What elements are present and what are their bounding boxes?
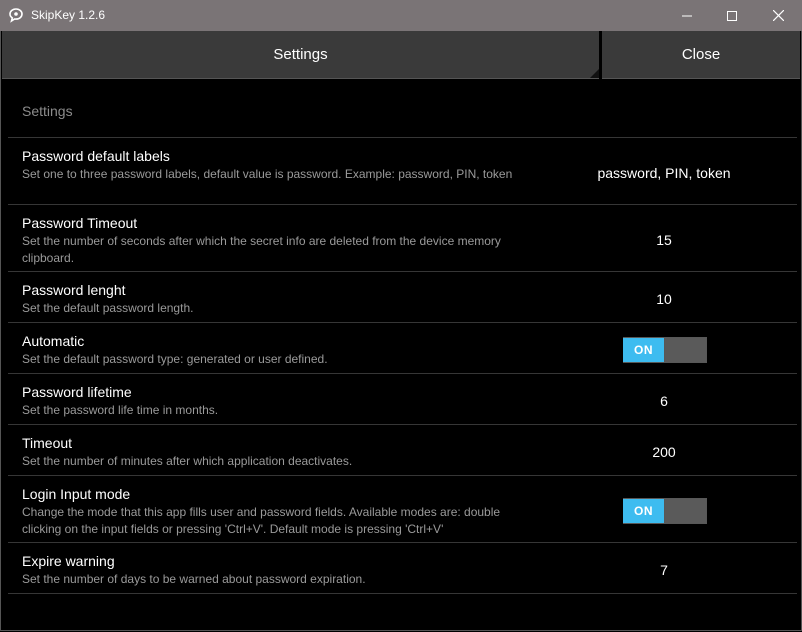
setting-row-password-default-labels[interactable]: Password default labels Set one to three… bbox=[8, 137, 797, 205]
setting-title: Password lenght bbox=[22, 282, 126, 298]
setting-row-login-input-mode[interactable]: Login Input mode Change the mode that th… bbox=[8, 475, 797, 543]
settings-button[interactable]: Settings bbox=[2, 31, 599, 79]
toggle-on-label: ON bbox=[623, 499, 664, 523]
setting-description: Set the number of days to be warned abou… bbox=[22, 572, 366, 586]
toggle-knob bbox=[665, 499, 706, 523]
toggle-knob bbox=[665, 338, 706, 362]
setting-value[interactable]: 6 bbox=[508, 393, 802, 409]
list-bottom-divider bbox=[8, 593, 797, 594]
setting-value[interactable]: password, PIN, token bbox=[508, 165, 802, 181]
minimize-button[interactable] bbox=[664, 0, 710, 31]
setting-description: Set one to three password labels, defaul… bbox=[22, 167, 513, 181]
setting-title: Password lifetime bbox=[22, 384, 132, 400]
setting-description: Set the default password length. bbox=[22, 301, 194, 315]
setting-title: Password default labels bbox=[22, 148, 170, 164]
setting-row-automatic[interactable]: Automatic Set the default password type:… bbox=[8, 322, 797, 374]
setting-value[interactable]: 10 bbox=[508, 291, 802, 307]
setting-description: Change the mode that this app fills user… bbox=[22, 505, 501, 536]
setting-description: Set the number of seconds after which th… bbox=[22, 234, 501, 265]
setting-row-password-lifetime[interactable]: Password lifetime Set the password life … bbox=[8, 373, 797, 425]
setting-value[interactable]: 200 bbox=[508, 444, 802, 460]
setting-title: Timeout bbox=[22, 435, 73, 451]
setting-title: Password Timeout bbox=[22, 215, 138, 231]
close-button-label: Close bbox=[681, 46, 721, 63]
setting-row-password-timeout[interactable]: Password Timeout Set the number of secon… bbox=[8, 204, 797, 272]
toggle-on-label: ON bbox=[623, 338, 664, 362]
section-title: Settings bbox=[22, 103, 73, 119]
setting-title: Expire warning bbox=[22, 553, 115, 569]
maximize-button[interactable] bbox=[709, 0, 755, 31]
title-bar[interactable]: SkipKey 1.2.6 bbox=[0, 0, 802, 31]
header-bar: Settings Close bbox=[0, 31, 802, 80]
setting-description: Set the number of minutes after which ap… bbox=[22, 454, 353, 468]
settings-button-label: Settings bbox=[273, 46, 328, 63]
setting-title: Automatic bbox=[22, 333, 85, 349]
setting-value[interactable]: 7 bbox=[508, 562, 802, 578]
window-title: SkipKey 1.2.6 bbox=[31, 8, 106, 22]
close-icon bbox=[772, 10, 784, 21]
login-input-mode-toggle[interactable]: ON bbox=[623, 498, 707, 524]
close-button[interactable]: Close bbox=[602, 31, 800, 79]
minimize-icon bbox=[682, 15, 692, 16]
setting-row-timeout[interactable]: Timeout Set the number of minutes after … bbox=[8, 424, 797, 476]
setting-description: Set the default password type: generated… bbox=[22, 352, 328, 366]
setting-value[interactable]: 15 bbox=[508, 232, 802, 248]
automatic-toggle[interactable]: ON bbox=[623, 337, 707, 363]
setting-description: Set the password life time in months. bbox=[22, 403, 219, 417]
close-window-button[interactable] bbox=[755, 0, 801, 31]
skipkey-logo-icon bbox=[9, 8, 23, 23]
maximize-icon bbox=[727, 10, 737, 21]
setting-title: Login Input mode bbox=[22, 486, 131, 502]
setting-row-password-length[interactable]: Password lenght Set the default password… bbox=[8, 271, 797, 323]
setting-row-expire-warning[interactable]: Expire warning Set the number of days to… bbox=[8, 542, 797, 594]
tab-corner-marker bbox=[590, 69, 599, 78]
